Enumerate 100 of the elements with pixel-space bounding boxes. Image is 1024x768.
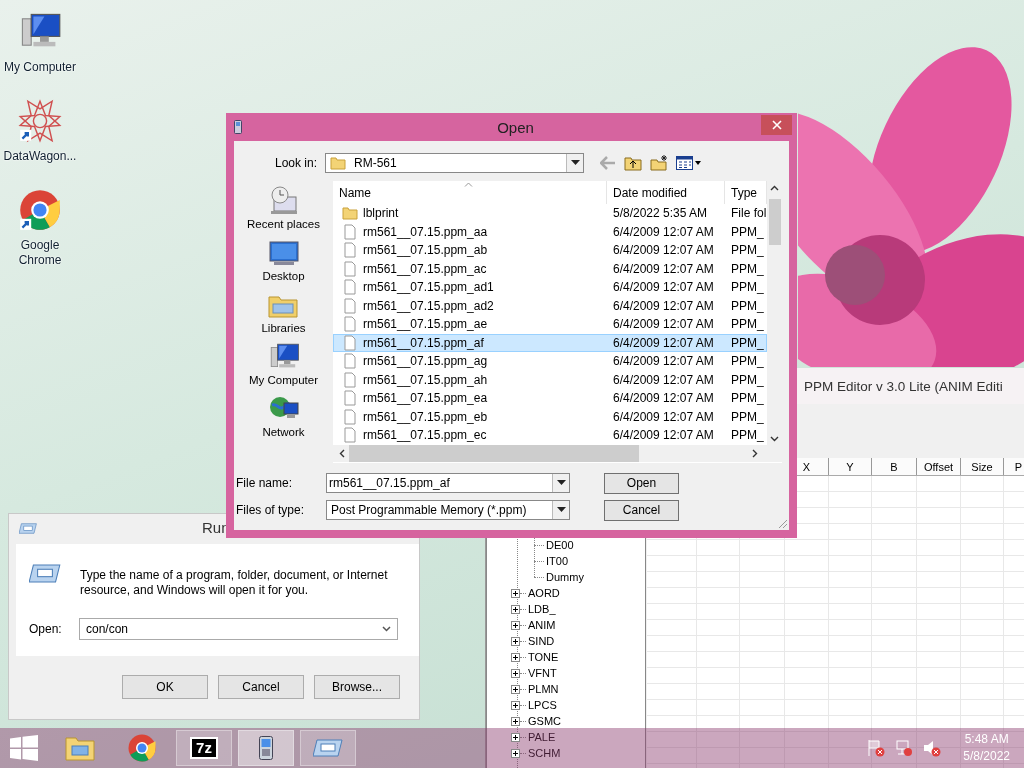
tree-item[interactable]: SCHM <box>526 747 561 759</box>
view-menu-icon[interactable] <box>676 155 702 171</box>
look-in-dropdown[interactable]: RM-561 <box>325 153 584 173</box>
file-row[interactable]: rm561__07.15.ppm_ad1 6/4/2009 12:07 AM PPM_ <box>333 278 767 297</box>
file-row[interactable]: lblprint 5/8/2022 5:35 AM File fol <box>333 204 767 223</box>
resize-grip-icon[interactable] <box>778 519 788 529</box>
expand-box-icon[interactable] <box>511 636 520 646</box>
phone-icon[interactable] <box>259 736 273 760</box>
file-date: 6/4/2009 12:07 AM <box>612 243 715 258</box>
dialog-button[interactable]: OK <box>122 675 208 699</box>
desktop-icon-label[interactable]: Google Chrome <box>0 238 80 268</box>
file-name-field[interactable]: rm561__07.15.ppm_af <box>326 473 570 493</box>
dropdown-button[interactable] <box>552 501 569 519</box>
file-type-dropdown[interactable]: Post Programmable Memory (*.ppm) <box>326 500 570 520</box>
tree-item[interactable]: IT00 <box>544 555 568 567</box>
caret-icon <box>556 480 566 486</box>
file-row[interactable]: rm561__07.15.ppm_ag 6/4/2009 12:07 AM PPM_ <box>333 352 767 371</box>
column-header[interactable]: Name <box>333 181 607 204</box>
open-input-field[interactable]: con/con <box>79 618 398 640</box>
column-header[interactable]: P <box>1004 458 1024 475</box>
scroll-down-icon[interactable] <box>770 436 779 442</box>
close-icon[interactable] <box>771 120 782 130</box>
file-date: 6/4/2009 12:07 AM <box>612 317 715 332</box>
scrollbar-thumb[interactable] <box>349 445 639 462</box>
tree-item[interactable]: AORD <box>526 587 560 599</box>
scroll-right-icon[interactable] <box>752 449 758 458</box>
column-header[interactable]: B <box>872 458 917 475</box>
new-folder-icon[interactable] <box>650 155 668 171</box>
places-item[interactable]: Network <box>262 393 305 443</box>
expand-box-icon[interactable] <box>511 700 520 710</box>
scrollbar-thumb[interactable] <box>769 199 781 245</box>
file-row[interactable]: rm561__07.15.ppm_eb 6/4/2009 12:07 AM PPM_ <box>333 407 767 426</box>
expand-box-icon[interactable] <box>511 684 520 694</box>
dialog-button[interactable]: Open <box>604 472 679 494</box>
tree-item[interactable]: PLMN <box>526 683 559 695</box>
column-header[interactable]: Size <box>961 458 1004 475</box>
places-item[interactable]: Libraries <box>261 289 306 339</box>
tree-item[interactable]: PALE <box>526 731 556 743</box>
file-date: 6/4/2009 12:07 AM <box>612 298 715 313</box>
file-row[interactable]: rm561__07.15.ppm_ac 6/4/2009 12:07 AM PPM_ <box>333 259 767 278</box>
windows-start-icon[interactable] <box>10 735 38 761</box>
column-header[interactable]: Y <box>829 458 872 475</box>
flag-alert-icon[interactable] <box>867 739 886 757</box>
tree-item[interactable]: GSMC <box>526 715 561 727</box>
tree-item[interactable]: LDB_ <box>526 603 556 615</box>
tree-item[interactable]: VFNT <box>526 667 557 679</box>
expand-box-icon[interactable] <box>511 716 520 726</box>
file-type: PPM_ <box>730 428 765 443</box>
desktop-icon-label[interactable]: DataWagon... <box>0 149 80 164</box>
dialog-button[interactable]: Cancel <box>604 499 679 521</box>
file-date: 6/4/2009 12:07 AM <box>612 280 715 295</box>
up-folder-icon[interactable] <box>624 155 642 171</box>
archive-app-icon[interactable]: 7z <box>190 737 218 759</box>
file-type: File fol <box>730 206 766 221</box>
file-row[interactable]: rm561__07.15.ppm_ad2 6/4/2009 12:07 AM PPM_ <box>333 296 767 315</box>
tree-item[interactable]: DE00 <box>544 539 574 551</box>
tree-item[interactable]: SIND <box>526 635 555 647</box>
volume-muted-icon[interactable] <box>923 739 942 757</box>
tree-item[interactable]: Dummy <box>544 571 584 583</box>
places-item[interactable]: Recent places <box>247 185 320 235</box>
expand-box-icon[interactable] <box>511 748 520 758</box>
browser-icon[interactable] <box>127 733 157 763</box>
desktop-icon-label[interactable]: My Computer <box>0 60 80 75</box>
dialog-button[interactable]: Browse... <box>314 675 400 699</box>
expand-box-icon[interactable] <box>511 620 520 630</box>
folder-icon <box>330 155 346 171</box>
file-date: 6/4/2009 12:07 AM <box>612 372 715 387</box>
file-name: rm561__07.15.ppm_eb <box>363 409 488 424</box>
places-item[interactable]: My Computer <box>249 341 318 391</box>
dropdown-button[interactable] <box>552 474 569 492</box>
tree-item[interactable]: LPCS <box>526 699 557 711</box>
dialog-button[interactable]: Cancel <box>218 675 304 699</box>
column-header[interactable]: Date modified <box>607 181 725 204</box>
file-icon <box>342 260 358 277</box>
file-name: rm561__07.15.ppm_aa <box>363 224 488 239</box>
expand-box-icon[interactable] <box>511 604 520 614</box>
expand-box-icon[interactable] <box>511 652 520 662</box>
file-row[interactable]: rm561__07.15.ppm_aa 6/4/2009 12:07 AM PPM_ <box>333 222 767 241</box>
file-row[interactable]: rm561__07.15.ppm_ec 6/4/2009 12:07 AM PPM_ <box>333 426 767 445</box>
tree-item[interactable]: TONE <box>526 651 559 663</box>
network-icon[interactable] <box>895 739 914 757</box>
file-date: 6/4/2009 12:07 AM <box>612 224 715 239</box>
expand-box-icon[interactable] <box>511 732 520 742</box>
file-row[interactable]: rm561__07.15.ppm_ae 6/4/2009 12:07 AM PPM_ <box>333 315 767 334</box>
run-icon[interactable] <box>313 739 343 757</box>
file-row[interactable]: rm561__07.15.ppm_af 6/4/2009 12:07 AM PPM_ <box>333 333 767 352</box>
expand-box-icon[interactable] <box>511 588 520 598</box>
close-button[interactable] <box>761 115 792 135</box>
file-name: rm561__07.15.ppm_ac <box>363 261 487 276</box>
expand-box-icon[interactable] <box>511 668 520 678</box>
tree-item[interactable]: ANIM <box>526 619 556 631</box>
column-header[interactable]: Offset <box>917 458 961 475</box>
dropdown-button[interactable] <box>566 154 583 172</box>
places-item[interactable]: Desktop <box>262 237 305 287</box>
file-icon <box>342 279 358 296</box>
file-row[interactable]: rm561__07.15.ppm_ab 6/4/2009 12:07 AM PPM_ <box>333 241 767 260</box>
file-type: PPM_ <box>730 391 765 406</box>
chevron-icon[interactable] <box>382 626 391 632</box>
scroll-up-icon[interactable] <box>770 185 779 191</box>
scroll-left-icon[interactable] <box>339 449 345 458</box>
